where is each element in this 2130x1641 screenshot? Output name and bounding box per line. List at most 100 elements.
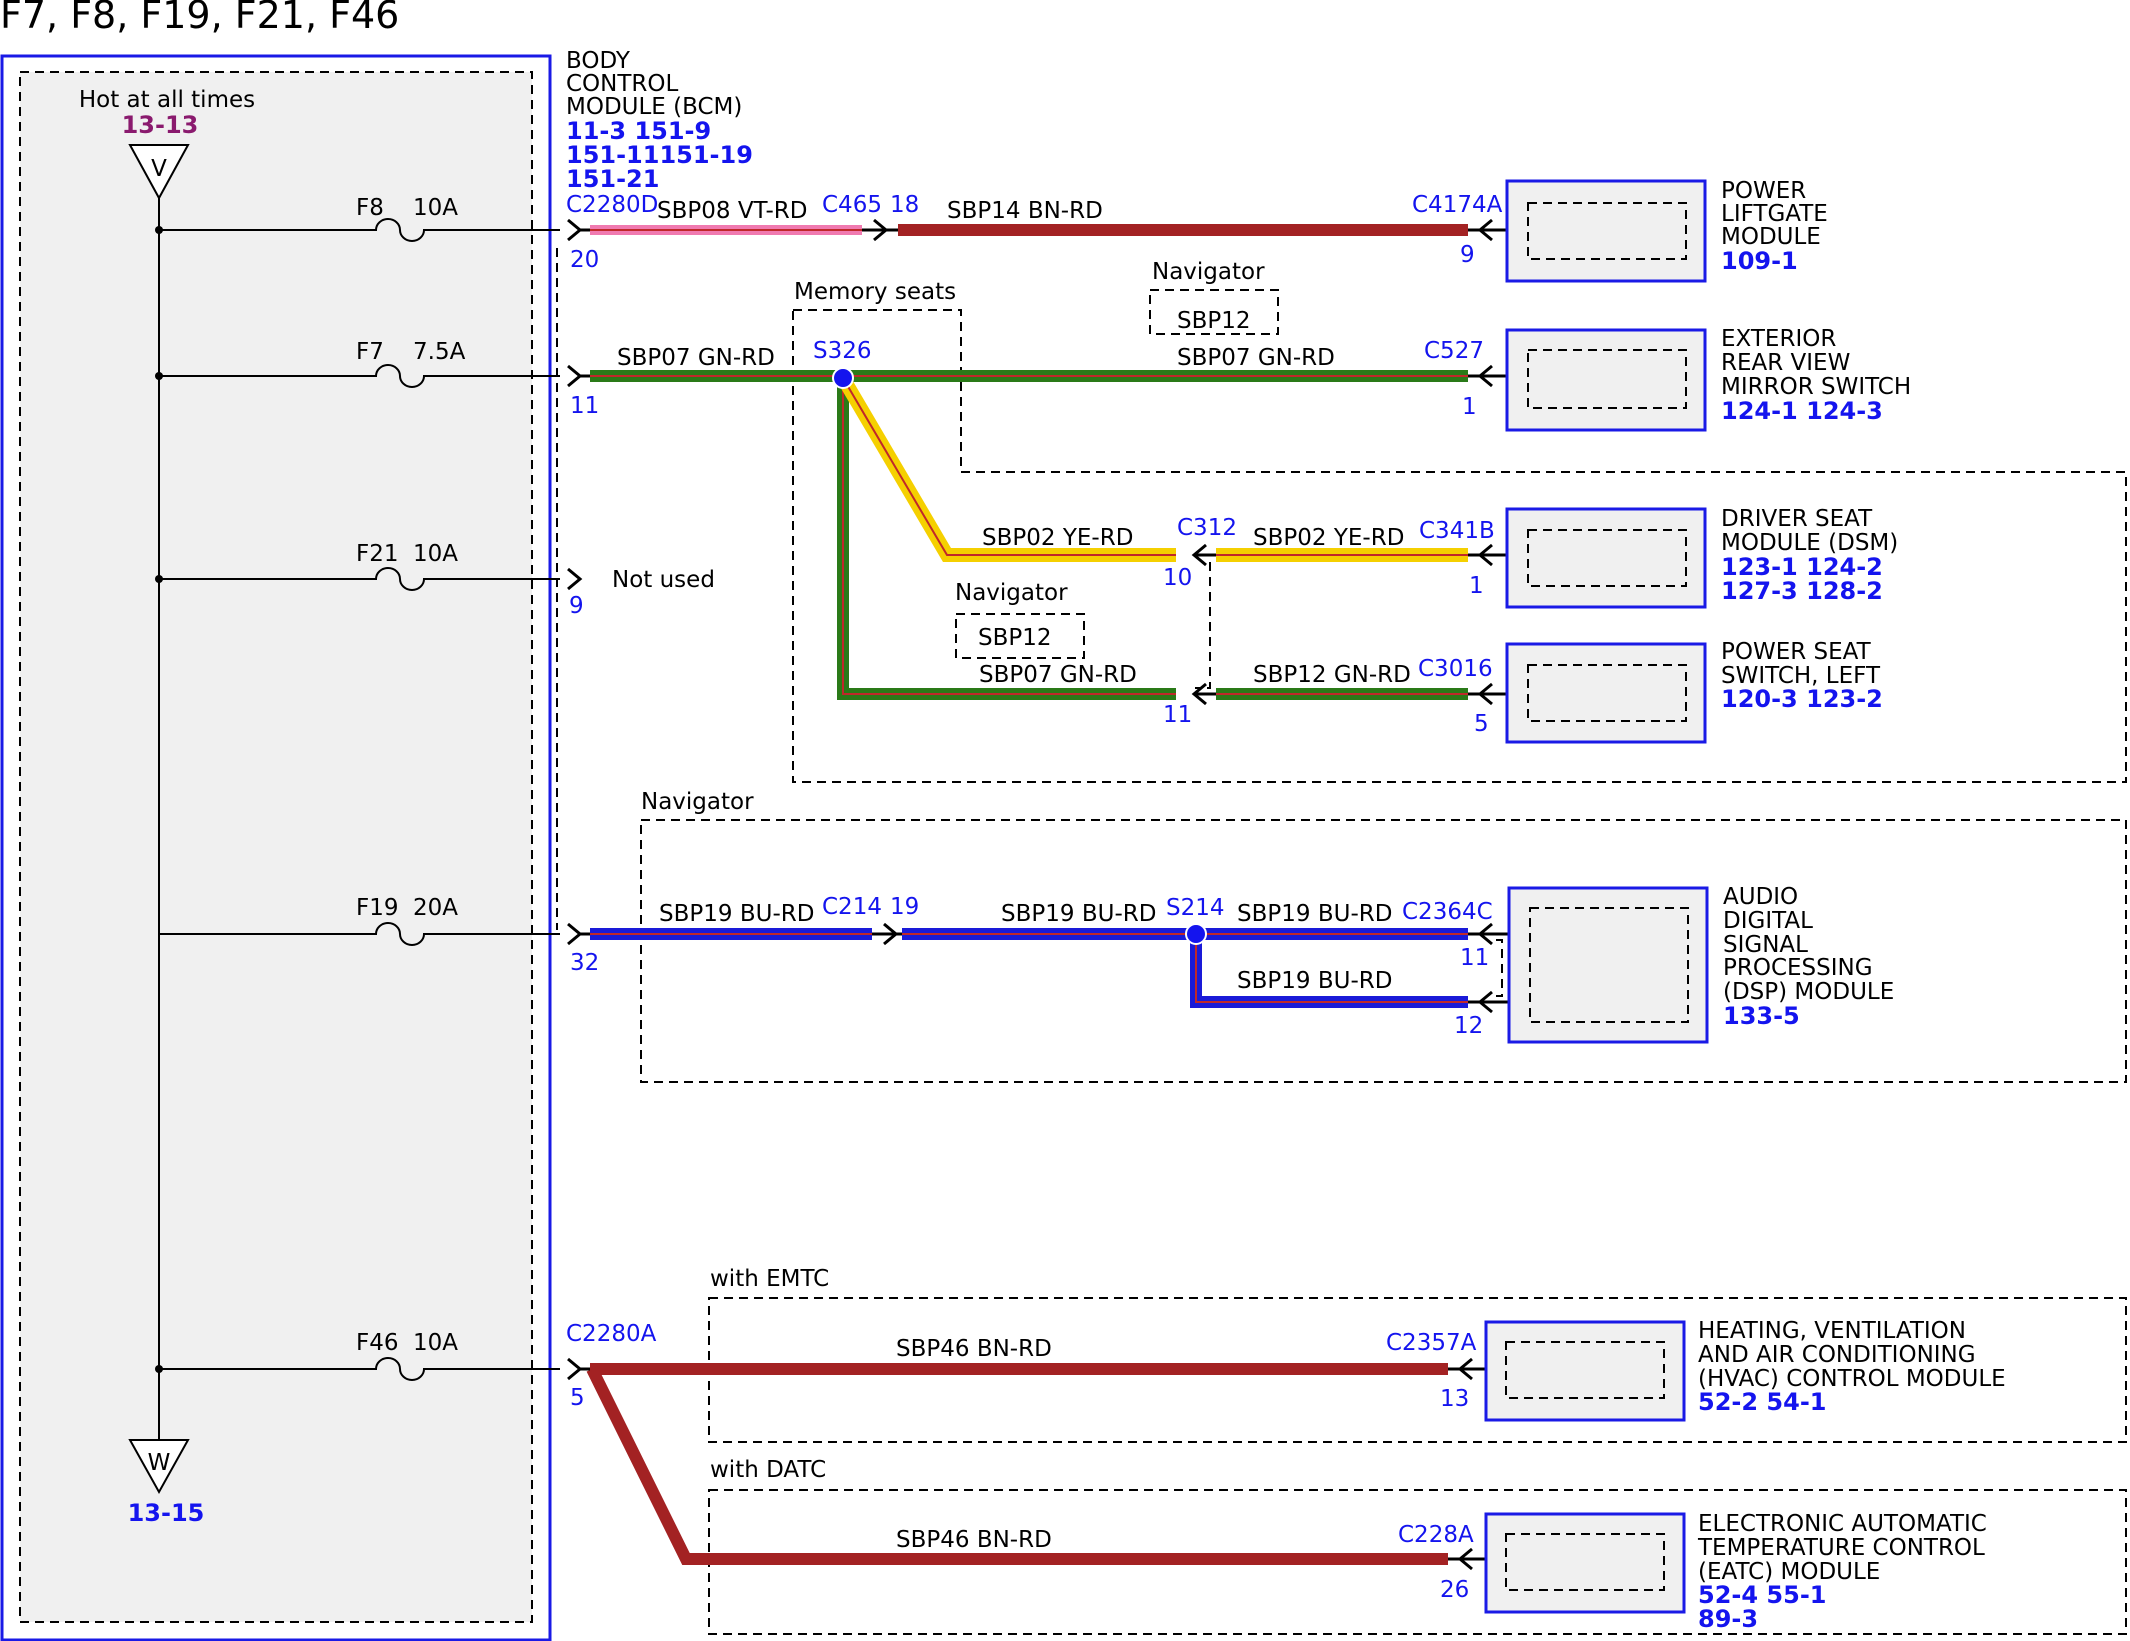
c312-link: [1195, 562, 1211, 689]
module-power-seat-switch: POWER SEAT SWITCH, LEFT 120-3 123-2: [1505, 639, 1883, 744]
wire-label: SBP07 GN-RD: [1177, 345, 1335, 371]
svg-text:ELECTRONIC AUTOMATIC: ELECTRONIC AUTOMATIC: [1698, 1511, 1987, 1537]
pin-number: 11: [570, 393, 599, 419]
pin-number: 1: [1469, 573, 1484, 599]
pin-number: 19: [890, 894, 919, 920]
pin-number: 26: [1440, 1577, 1469, 1603]
svg-text:EXTERIOR: EXTERIOR: [1721, 326, 1836, 352]
pin-number: 1: [1462, 394, 1477, 420]
svg-text:PROCESSING: PROCESSING: [1723, 955, 1873, 981]
bcm-label: BODY CONTROL MODULE (BCM) 11-3 151-9 151…: [566, 48, 753, 193]
connector-c527: C527: [1424, 338, 1484, 364]
module-exterior-mirror-switch: EXTERIOR REAR VIEW MIRROR SWITCH 124-1 1…: [1505, 326, 1911, 432]
fuse-box: Hot at all times 13-13 V W 13-15 F8 10A …: [0, 54, 560, 1641]
wire-label: SBP19 BU-RD: [1237, 901, 1392, 927]
splice-s326-label: S326: [813, 338, 872, 364]
pin-number: 11: [1460, 945, 1489, 971]
navigator-circuit-2: SBP12: [978, 625, 1052, 651]
connector-c4174a: C4174A: [1412, 192, 1503, 218]
fuse-rating: 7.5A: [413, 339, 466, 365]
hot-ref: 13-13: [122, 111, 199, 139]
svg-text:89-3: 89-3: [1698, 1605, 1758, 1633]
navigator-box-3: [640, 819, 2127, 1083]
wiring-diagram: F7, F8, F19, F21, F46 Hot at all times 1…: [0, 0, 2127, 1641]
connector-c465: C465: [822, 192, 882, 218]
connector-c228a: C228A: [1398, 1522, 1474, 1548]
svg-text:124-1 124-3: 124-1 124-3: [1721, 397, 1883, 425]
pin-number: 9: [569, 593, 584, 619]
splice-s326: [832, 367, 854, 389]
module-driver-seat: DRIVER SEAT MODULE (DSM) 123-1 124-2 127…: [1505, 506, 1898, 609]
pin-number: 32: [570, 950, 599, 976]
connector-c312: C312: [1177, 515, 1237, 541]
fuse-name: F8: [356, 195, 384, 221]
pin-number: 20: [570, 247, 599, 273]
pin-number: 10: [1163, 565, 1192, 591]
connector-c2364c: C2364C: [1402, 899, 1493, 925]
connector-c214: C214: [822, 894, 882, 920]
wire-label: SBP02 YE-RD: [982, 525, 1133, 551]
wire-label: SBP19 BU-RD: [1001, 901, 1156, 927]
svg-text:TEMPERATURE CONTROL: TEMPERATURE CONTROL: [1697, 1535, 1985, 1561]
fuse-name: F7: [356, 339, 384, 365]
module-power-liftgate: POWER LIFTGATE MODULE 109-1: [1505, 178, 1828, 283]
pin-number: 11: [1163, 702, 1192, 728]
wire-label: SBP08 VT-RD: [657, 198, 808, 224]
fuse-name: F21: [356, 541, 399, 567]
wire-label: SBP07 GN-RD: [979, 662, 1137, 688]
fuse-rating: 10A: [413, 541, 458, 567]
splice-s214: [1185, 923, 1207, 945]
wire-label: SBP46 BN-RD: [896, 1336, 1052, 1362]
svg-text:AND AIR CONDITIONING: AND AIR CONDITIONING: [1698, 1342, 1976, 1368]
svg-text:POWER SEAT: POWER SEAT: [1721, 639, 1872, 665]
w-symbol: W: [148, 1450, 171, 1476]
fuse-rating: 10A: [413, 195, 458, 221]
wire-label: SBP02 YE-RD: [1253, 525, 1404, 551]
not-used-label: Not used: [612, 567, 715, 593]
splice-s214-label: S214: [1166, 895, 1225, 921]
memory-seats-label: Memory seats: [794, 279, 956, 305]
svg-text:REAR VIEW: REAR VIEW: [1721, 350, 1850, 376]
v-symbol: V: [151, 156, 167, 182]
datc-label: with DATC: [710, 1457, 826, 1483]
svg-text:133-5: 133-5: [1723, 1002, 1800, 1030]
page-title: F7, F8, F19, F21, F46: [0, 0, 399, 37]
wire-label: SBP46 BN-RD: [896, 1527, 1052, 1553]
svg-text:HEATING, VENTILATION: HEATING, VENTILATION: [1698, 1318, 1966, 1344]
pin-number: 9: [1460, 242, 1475, 268]
connector-c2280a: C2280A: [566, 1321, 657, 1347]
module-hvac-control: HEATING, VENTILATION AND AIR CONDITIONIN…: [1484, 1318, 2006, 1422]
fuse-rating: 20A: [413, 895, 458, 921]
wire-label: SBP12 GN-RD: [1253, 662, 1411, 688]
pin-number: 13: [1440, 1386, 1469, 1412]
svg-text:109-1: 109-1: [1721, 247, 1798, 275]
svg-text:127-3 128-2: 127-3 128-2: [1721, 577, 1883, 605]
fuse-box-inner: [19, 71, 533, 1623]
module-eatc: ELECTRONIC AUTOMATIC TEMPERATURE CONTROL…: [1484, 1511, 1987, 1633]
pin-number: 5: [570, 1385, 585, 1411]
wire-label: SBP14 BN-RD: [947, 198, 1103, 224]
fuse-name: F19: [356, 895, 399, 921]
c2364c-link: [1496, 939, 1503, 997]
bcm-ref: 151-21: [566, 165, 659, 193]
svg-text:120-3 123-2: 120-3 123-2: [1721, 685, 1883, 713]
connector-c2280d: C2280D: [566, 192, 658, 218]
hot-at-all-times-label: Hot at all times: [79, 87, 255, 113]
pin-number: 5: [1474, 711, 1489, 737]
navigator-label-2: Navigator: [955, 580, 1068, 606]
pin-number: 12: [1454, 1013, 1483, 1039]
wire-label: SBP19 BU-RD: [1237, 968, 1392, 994]
svg-text:52-2 54-1: 52-2 54-1: [1698, 1388, 1826, 1416]
svg-text:AUDIO: AUDIO: [1723, 884, 1798, 910]
navigator-label-3: Navigator: [641, 789, 754, 815]
fuse-name: F46: [356, 1330, 399, 1356]
pin-number: 18: [890, 192, 919, 218]
connector-c341b: C341B: [1419, 518, 1495, 544]
emtc-label: with EMTC: [710, 1266, 829, 1292]
navigator-label-1: Navigator: [1152, 259, 1265, 285]
wire-label: SBP19 BU-RD: [659, 901, 814, 927]
connector-c3016: C3016: [1418, 656, 1493, 682]
connector-c2357a: C2357A: [1386, 1330, 1477, 1356]
svg-text:DRIVER SEAT: DRIVER SEAT: [1721, 506, 1873, 532]
module-audio-dsp: AUDIO DIGITAL SIGNAL PROCESSING (DSP) MO…: [1507, 884, 1894, 1044]
